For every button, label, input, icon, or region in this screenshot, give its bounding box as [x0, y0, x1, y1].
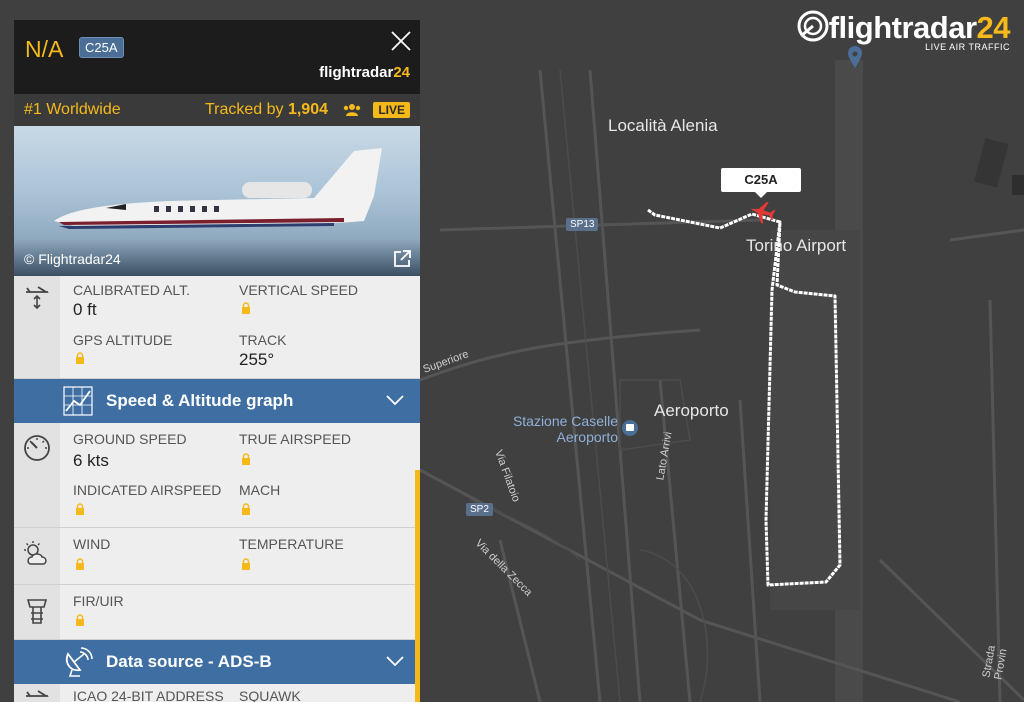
calibrated-alt-value: 0 ft: [73, 300, 97, 319]
live-badge: LIVE: [373, 102, 410, 118]
brand-num: 24: [976, 10, 1011, 45]
registration: N/A: [25, 36, 64, 62]
altitude-icon: [26, 286, 50, 310]
track-label: TRACK: [239, 332, 287, 348]
photo-credit: © Flightradar24: [24, 251, 121, 267]
aircraft-type-badge: C25A: [79, 37, 124, 58]
train-station-icon[interactable]: [622, 420, 638, 436]
place-aeroporto: Aeroporto: [654, 401, 729, 420]
aircraft-small-icon: [26, 690, 50, 697]
weather-section: WIND TEMPERATURE: [14, 528, 420, 585]
ground-speed-label: GROUND SPEED: [73, 431, 187, 447]
indicated-airspeed-label: INDICATED AIRSPEED: [73, 482, 222, 498]
users-icon: [343, 104, 361, 116]
squawk-label: SQUAWK: [239, 688, 301, 702]
mach-label: MACH: [239, 482, 281, 498]
place-torino-airport: Torino Airport: [746, 236, 847, 255]
lock-icon: [242, 453, 250, 465]
external-link-icon[interactable]: [392, 249, 412, 269]
calibrated-alt-label: CALIBRATED ALT.: [73, 282, 190, 298]
icao-section: ICAO 24-BIT ADDRESS SQUAWK: [14, 684, 420, 702]
tracked-prefix: Tracked by: [204, 101, 288, 118]
place-station: Stazione Caselle Aeroporto: [512, 413, 618, 445]
header-logo: flightradar24: [319, 64, 410, 81]
data-source-bar[interactable]: Data source - ADS-B: [14, 640, 420, 684]
rank-text: #1 Worldwide: [24, 101, 121, 118]
lock-icon: [242, 503, 250, 515]
true-airspeed-label: TRUE AIRSPEED: [239, 431, 352, 447]
ground-speed-value: 6 kts: [73, 451, 109, 470]
radar-icon: [797, 10, 829, 42]
panel-header: N/A C25A flightradar24: [14, 20, 420, 94]
wind-label: WIND: [73, 536, 111, 552]
lock-icon: [242, 558, 250, 570]
speedometer-icon: [24, 435, 50, 461]
vertical-speed-label: VERTICAL SPEED: [239, 282, 359, 298]
close-icon[interactable]: [390, 30, 412, 52]
lock-icon: [242, 302, 250, 314]
temperature-label: TEMPERATURE: [239, 536, 344, 552]
road-sp13: SP13: [566, 218, 599, 231]
control-tower-icon: [26, 599, 48, 624]
weather-icon: [24, 541, 47, 565]
lock-icon: [76, 352, 84, 364]
fir-section: FIR/UIR: [14, 585, 420, 640]
tracked-text: Tracked by 1,904: [205, 101, 328, 119]
brand-word: flightradar: [828, 10, 977, 45]
speed-altitude-graph-label: Speed & Altitude graph: [106, 391, 294, 410]
brand-logo[interactable]: flightradar24 LIVE AIR TRAFFIC: [797, 10, 1011, 52]
graph-icon: [63, 386, 93, 416]
lock-icon: [76, 503, 84, 515]
data-source-label: Data source - ADS-B: [106, 652, 272, 671]
header-logo-num: 24: [393, 64, 410, 81]
place-alenia: Località Alenia: [608, 116, 718, 135]
lock-icon: [76, 614, 84, 626]
speed-section: GROUND SPEED 6 kts TRUE AIRSPEED INDICAT…: [14, 423, 420, 528]
icao-address-label: ICAO 24-BIT ADDRESS: [73, 688, 224, 702]
rank-bar: #1 Worldwide Tracked by 1,904 LIVE: [14, 94, 420, 126]
satellite-dish-icon: [65, 647, 93, 677]
gps-altitude-label: GPS ALTITUDE: [73, 332, 173, 348]
panel-scrollbar[interactable]: [415, 470, 420, 702]
altitude-section: CALIBRATED ALT. 0 ft VERTICAL SPEED GPS …: [14, 276, 420, 379]
track-value: 255°: [239, 350, 275, 369]
aircraft-panel: N/A C25A flightradar24 #1 Worldwide Trac…: [14, 20, 420, 702]
road-sp2: SP2: [466, 503, 493, 516]
chevron-down-icon: [386, 395, 404, 405]
aircraft-callsign-tag[interactable]: C25A: [721, 168, 801, 198]
lock-icon: [76, 558, 84, 570]
fir-uir-label: FIR/UIR: [73, 593, 124, 609]
header-logo-word: flightradar: [319, 64, 394, 81]
speed-altitude-graph-bar[interactable]: Speed & Altitude graph: [14, 379, 420, 423]
aircraft-photo[interactable]: © Flightradar24: [14, 126, 420, 276]
tracked-count: 1,904: [287, 101, 328, 118]
chevron-down-icon: [386, 656, 404, 666]
